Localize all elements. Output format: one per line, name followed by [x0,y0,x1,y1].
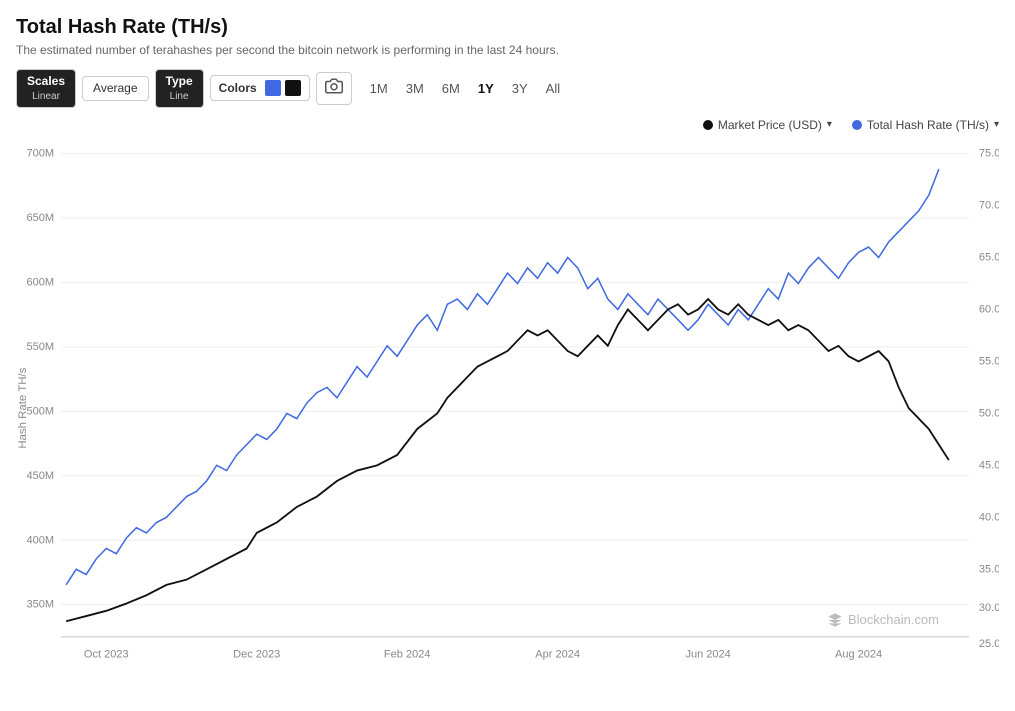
svg-text:450M: 450M [27,469,55,481]
chart-container: Total Hash Rate (TH/s) The estimated num… [0,0,1015,711]
legend-market-price[interactable]: Market Price (USD) ▾ [703,118,832,132]
svg-text:50.0K: 50.0K [979,407,999,419]
hash-rate-chevron: ▾ [994,119,999,130]
type-button[interactable]: Type Line [156,70,203,107]
chart-legend: Market Price (USD) ▾ Total Hash Rate (TH… [16,118,999,132]
svg-text:45.0K: 45.0K [979,459,999,471]
time-btn-3y[interactable]: 3Y [504,77,536,100]
blockchain-logo [827,612,843,628]
svg-text:70.0K: 70.0K [979,199,999,211]
svg-text:40.0K: 40.0K [979,511,999,523]
svg-text:60.0K: 60.0K [979,303,999,315]
time-btn-6m[interactable]: 6M [434,77,468,100]
time-btn-1y[interactable]: 1Y [470,77,502,100]
scales-button[interactable]: Scales Linear [17,70,75,107]
svg-text:Dec 2023: Dec 2023 [233,648,280,660]
svg-text:600M: 600M [27,276,55,288]
hash-rate-line [66,169,939,585]
page-title: Total Hash Rate (TH/s) [16,16,999,39]
svg-text:25.0K: 25.0K [979,638,999,650]
svg-text:650M: 650M [27,212,55,224]
toolbar: Scales Linear Average Type Line Colors [16,69,999,108]
svg-text:500M: 500M [27,405,55,417]
scales-group[interactable]: Scales Linear [16,69,76,108]
color-blue-box[interactable] [265,80,281,96]
chart-svg: 700M 650M 600M 550M 500M 450M 400M 350M … [16,138,999,668]
page-subtitle: The estimated number of terahashes per s… [16,43,999,57]
svg-text:75.0K: 75.0K [979,147,999,159]
time-btn-1m[interactable]: 1M [362,77,396,100]
colors-group[interactable]: Colors [210,75,310,101]
time-btn-all[interactable]: All [538,77,568,100]
svg-text:Aug 2024: Aug 2024 [835,648,882,660]
camera-icon [325,77,343,95]
camera-button[interactable] [316,72,352,105]
svg-text:350M: 350M [27,598,55,610]
svg-text:30.0K: 30.0K [979,601,999,613]
svg-text:35.0K: 35.0K [979,563,999,575]
colors-label: Colors [219,81,257,95]
svg-text:65.0K: 65.0K [979,251,999,263]
svg-text:55.0K: 55.0K [979,355,999,367]
svg-text:400M: 400M [27,534,55,546]
average-button[interactable]: Average [83,77,147,101]
svg-text:550M: 550M [27,340,55,352]
svg-text:Apr 2024: Apr 2024 [535,648,580,660]
chart-area: 700M 650M 600M 550M 500M 450M 400M 350M … [16,138,999,668]
legend-hash-rate[interactable]: Total Hash Rate (TH/s) ▾ [852,118,999,132]
time-btn-3m[interactable]: 3M [398,77,432,100]
legend-dot-black [703,120,713,130]
market-price-chevron: ▾ [827,119,832,130]
svg-text:Feb 2024: Feb 2024 [384,648,431,660]
legend-dot-blue [852,120,862,130]
type-group[interactable]: Type Line [155,69,204,108]
time-period-group: 1M 3M 6M 1Y 3Y All [362,77,568,100]
average-group[interactable]: Average [82,76,148,102]
svg-text:Hash Rate TH/s: Hash Rate TH/s [17,367,29,448]
watermark: Blockchain.com [827,612,939,628]
svg-text:Jun 2024: Jun 2024 [685,648,730,660]
svg-text:Oct 2023: Oct 2023 [84,648,129,660]
svg-text:700M: 700M [27,147,55,159]
color-black-box[interactable] [285,80,301,96]
